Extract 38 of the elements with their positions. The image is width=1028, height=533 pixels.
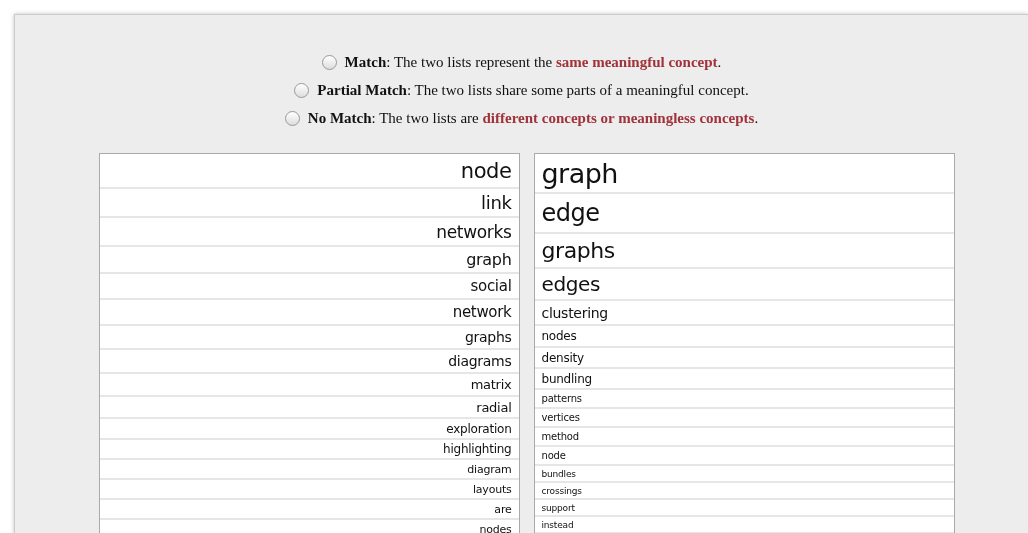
list-word: diagram — [467, 462, 512, 476]
list-word: bundles — [541, 468, 576, 479]
list-word: highlighting — [443, 442, 512, 456]
list-word: edge — [541, 199, 600, 227]
list-word: diagrams — [448, 353, 512, 369]
list-word: are — [494, 502, 512, 516]
option-text: Partial Match: The two lists share some parts of a meaningful concept. — [317, 81, 749, 99]
list-word: networks — [436, 221, 512, 242]
radio-button[interactable] — [321, 54, 337, 70]
list-word: vertices — [541, 412, 580, 423]
list-word: graph — [466, 250, 512, 269]
list-word: nodes — [479, 522, 512, 533]
list-word: matrix — [470, 377, 512, 392]
list-word: graph — [541, 157, 618, 189]
list-word: support — [541, 502, 575, 513]
list-word: edges — [541, 272, 600, 296]
radio-button[interactable] — [284, 110, 300, 126]
radio-button[interactable] — [294, 82, 310, 98]
list-word: bundling — [541, 371, 592, 386]
list-word: social — [470, 277, 512, 295]
list-word: crossings — [541, 485, 582, 496]
list-word: link — [481, 192, 512, 213]
list-word: graphs — [464, 329, 512, 345]
list-word: nodes — [541, 329, 577, 343]
option-text: No Match: The two lists are different concepts or meaningless concepts. — [307, 109, 759, 127]
option-text: Match: The two lists represent the same meaningful concept. — [344, 53, 722, 71]
list-word: node — [460, 158, 512, 183]
list-word: network — [452, 303, 512, 321]
list-word: instead — [541, 519, 574, 530]
list-word: clustering — [541, 304, 608, 321]
list-word: graphs — [541, 238, 615, 263]
list-word: node — [541, 450, 566, 461]
list-word: density — [541, 350, 584, 365]
list-word: exploration — [446, 421, 512, 436]
list-word: patterns — [541, 393, 582, 404]
list-word: layouts — [473, 482, 512, 496]
list-word: radial — [476, 399, 512, 415]
list-word: method — [541, 431, 579, 442]
